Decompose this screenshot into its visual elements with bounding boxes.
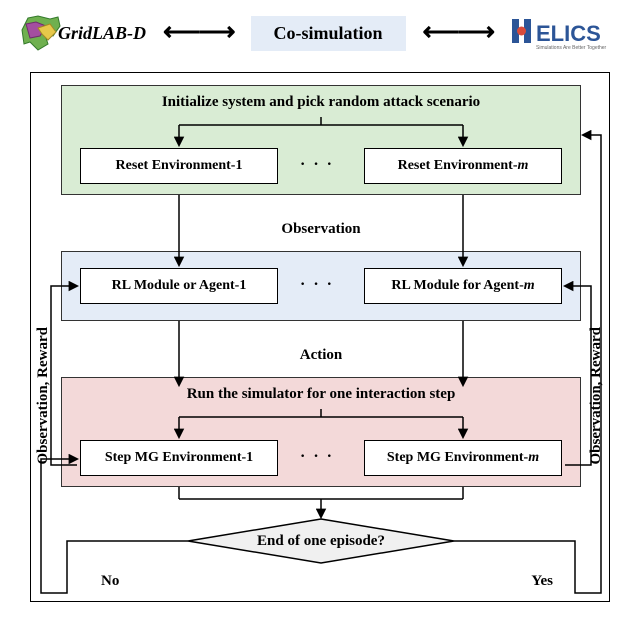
dots-icon: · · · bbox=[300, 156, 334, 174]
helics-icon: ELICS Simulations Are Better Together bbox=[510, 13, 620, 53]
gridlab-brand-text: GridLAB-D bbox=[58, 23, 146, 44]
gridlab-logo: GridLAB-D bbox=[20, 13, 146, 53]
cosimulation-box: Co-simulation bbox=[251, 16, 406, 51]
gridlab-map-icon bbox=[20, 14, 62, 52]
initialize-title: Initialize system and pick random attack… bbox=[62, 86, 580, 115]
initialize-block: Initialize system and pick random attack… bbox=[61, 85, 581, 195]
dots-icon: · · · bbox=[300, 276, 334, 294]
observation-label: Observation bbox=[261, 221, 381, 238]
simulator-title: Run the simulator for one interaction st… bbox=[62, 378, 580, 407]
helics-logo: ELICS Simulations Are Better Together bbox=[510, 13, 620, 53]
decision-diamond: End of one episode? bbox=[184, 517, 458, 565]
rl-block: RL Module or Agent-1 · · · RL Module for… bbox=[61, 251, 581, 321]
simulator-block: Run the simulator for one interaction st… bbox=[61, 377, 581, 487]
rl-agent-m-box: RL Module for Agent-m bbox=[364, 268, 562, 304]
reset-env-m-box: Reset Environment-m bbox=[364, 148, 562, 184]
dots-icon: · · · bbox=[300, 448, 334, 466]
svg-text:Simulations Are Better Togethe: Simulations Are Better Together bbox=[536, 45, 607, 51]
decision-text: End of one episode? bbox=[184, 517, 458, 565]
double-arrow-icon: ⟵⟶ bbox=[422, 17, 493, 47]
yes-label: Yes bbox=[531, 573, 553, 590]
svg-text:ELICS: ELICS bbox=[536, 21, 601, 46]
top-row: GridLAB-D ⟵⟶ Co-simulation ⟵⟶ ELICS Simu… bbox=[10, 10, 630, 56]
step-env-1-box: Step MG Environment-1 bbox=[80, 440, 278, 476]
double-arrow-icon: ⟵⟶ bbox=[163, 17, 234, 47]
main-frame: Observation, Reward Observation, Reward … bbox=[30, 72, 610, 602]
side-label-right: Observation, Reward bbox=[588, 327, 605, 465]
rl-agent-1-box: RL Module or Agent-1 bbox=[80, 268, 278, 304]
side-label-left: Observation, Reward bbox=[35, 327, 52, 465]
step-env-m-box: Step MG Environment-m bbox=[364, 440, 562, 476]
action-label: Action bbox=[261, 347, 381, 364]
no-label: No bbox=[101, 573, 119, 590]
reset-env-1-box: Reset Environment-1 bbox=[80, 148, 278, 184]
